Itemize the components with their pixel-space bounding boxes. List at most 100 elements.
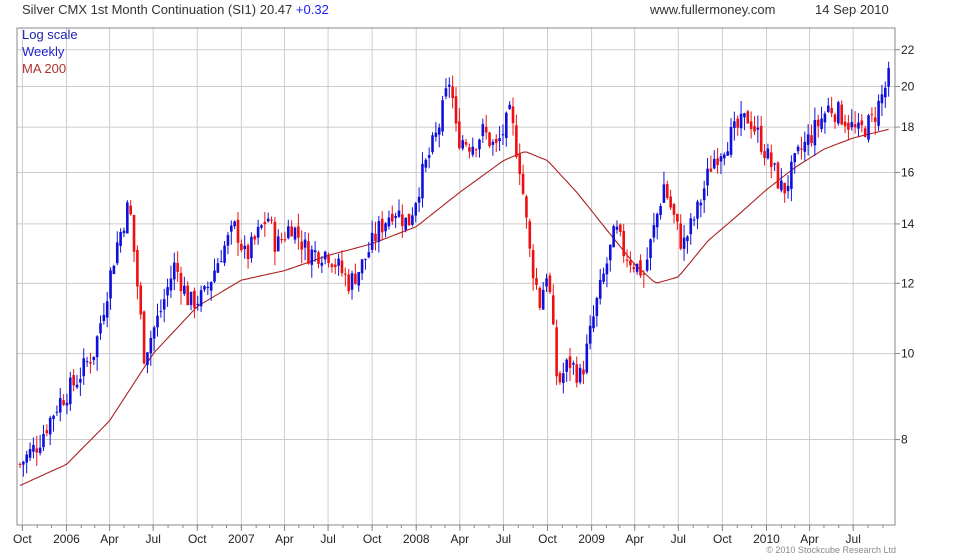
- candle: [424, 158, 428, 173]
- candle: [122, 227, 126, 238]
- candle-body: [696, 201, 699, 219]
- candle-body: [525, 196, 528, 218]
- candle: [69, 371, 72, 411]
- candle-body: [32, 444, 35, 452]
- candle: [565, 358, 568, 382]
- candle: [112, 264, 116, 275]
- candle: [729, 118, 733, 158]
- candle-body: [508, 104, 511, 110]
- candle: [79, 367, 82, 396]
- candle-body: [578, 367, 582, 383]
- candle-body: [156, 315, 159, 328]
- candle: [548, 272, 552, 295]
- candle: [427, 147, 431, 169]
- candle: [793, 152, 797, 174]
- candle-body: [105, 301, 109, 318]
- candle-body: [357, 271, 361, 286]
- candle-body: [236, 219, 240, 243]
- x-tick-label: Oct: [13, 532, 32, 546]
- candle-body: [166, 287, 169, 296]
- candle-body: [454, 96, 458, 124]
- site-link[interactable]: www.fullermoney.com: [650, 2, 775, 17]
- candle: [320, 256, 324, 274]
- candle: [595, 296, 599, 327]
- candle-body: [270, 219, 273, 221]
- candle-body: [870, 114, 874, 116]
- candle-body: [183, 285, 186, 294]
- candle: [679, 214, 683, 251]
- candle-body: [55, 411, 59, 413]
- candle-body: [320, 262, 324, 266]
- candle: [639, 254, 642, 278]
- last-price: 20.47: [259, 2, 293, 17]
- candle: [52, 414, 55, 432]
- candle-body: [595, 298, 599, 317]
- candlesticks: [18, 61, 890, 477]
- candle-body: [592, 316, 595, 329]
- candle-body: [511, 106, 515, 124]
- candle-body: [488, 132, 491, 147]
- candle: [820, 106, 823, 133]
- candle: [612, 224, 615, 248]
- candle-body: [273, 221, 277, 252]
- candle: [95, 335, 99, 371]
- candle-body: [216, 263, 220, 273]
- candle-body: [327, 254, 330, 263]
- candle-body: [250, 236, 253, 259]
- candle-body: [531, 250, 535, 279]
- candle: [810, 124, 813, 147]
- candle-body: [159, 311, 163, 313]
- candle: [481, 118, 485, 143]
- candle-body: [468, 147, 471, 152]
- candle-body: [672, 204, 676, 215]
- candle: [756, 115, 760, 143]
- candle-body: [562, 373, 565, 383]
- candle: [541, 282, 545, 310]
- candle-body: [494, 139, 498, 144]
- candle-body: [79, 378, 82, 383]
- candle-body: [568, 356, 572, 368]
- candle-body: [223, 245, 226, 263]
- candle-body: [52, 415, 55, 419]
- x-tick-label: Jul: [846, 532, 861, 546]
- candle-body: [136, 249, 139, 287]
- candle: [649, 238, 652, 271]
- candle-body: [538, 287, 542, 308]
- candle-body: [873, 117, 877, 122]
- candle-body: [776, 162, 780, 189]
- candle-body: [58, 398, 62, 413]
- y-tick-label: 10: [901, 347, 915, 361]
- candle-body: [384, 223, 387, 232]
- candle-body: [451, 86, 454, 99]
- candle: [397, 199, 401, 219]
- candle-body: [649, 239, 652, 259]
- candle: [877, 94, 880, 131]
- candle-body: [62, 400, 65, 405]
- candle-body: [484, 126, 488, 133]
- x-tick-label: 2009: [578, 532, 605, 546]
- candle-body: [25, 454, 29, 463]
- candle-body: [169, 278, 173, 291]
- candle-body: [360, 259, 364, 274]
- candle: [317, 250, 320, 269]
- x-tick-label: 2007: [228, 532, 255, 546]
- candle: [598, 268, 602, 305]
- candle-body: [716, 158, 719, 166]
- candle-body: [411, 215, 414, 225]
- candle-body: [92, 356, 96, 361]
- candle: [223, 240, 226, 267]
- candle-body: [877, 100, 880, 126]
- candle: [454, 87, 458, 132]
- y-tick-label: 14: [901, 217, 915, 231]
- candle-body: [193, 290, 196, 309]
- candle-body: [602, 273, 605, 282]
- candle: [528, 218, 532, 258]
- candle-body: [246, 245, 250, 260]
- candle: [146, 351, 149, 374]
- x-tick-label: Apr: [450, 532, 469, 546]
- candle: [451, 75, 454, 109]
- candle: [370, 220, 374, 253]
- candle: [32, 437, 35, 459]
- candle-body: [481, 124, 485, 137]
- candle-body: [209, 282, 213, 291]
